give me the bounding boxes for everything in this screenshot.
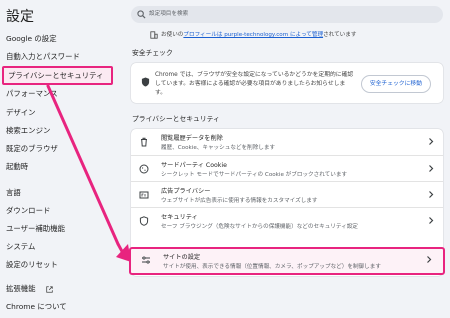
row-subtitle: 履歴、Cookie、キャッシュなどを削除します	[161, 145, 276, 151]
privacy-row-security[interactable]: セキュリティ セーフ ブラウジング（危険なサイトからの保護機能）などのセキュリテ…	[131, 207, 443, 234]
row-subtitle: サイトが使用、表示できる情報（位置情報、カメラ、ポップアップなど）を制御します	[163, 264, 381, 270]
building-icon	[150, 30, 158, 39]
sliders-icon	[142, 256, 150, 264]
shield-icon	[139, 216, 149, 226]
shield-check-icon	[141, 77, 150, 87]
row-title: サイトの設定	[163, 254, 201, 261]
search-icon	[137, 10, 146, 19]
row-title: 閲覧履歴データを削除	[161, 135, 223, 142]
privacy-row-site-settings[interactable]: サイトの設定 サイトが使用、表示できる情報（位置情報、カメラ、ポップアップなど）…	[129, 247, 445, 275]
sidebar-item-on-startup[interactable]: 起動時	[6, 160, 28, 174]
search-bar[interactable]: 設定項目を検索	[131, 6, 443, 23]
privacy-row-third-party-cookies[interactable]: サードパーティ Cookie シークレット モードでサードパーティの Cooki…	[131, 155, 443, 182]
trash-icon	[141, 137, 147, 147]
row-subtitle: ウェブサイトが広告表示に使用する情報をカスタマイズします	[161, 198, 318, 204]
sidebar-item-autofill[interactable]: 自動入力とパスワード	[6, 50, 80, 64]
sidebar-item-default-browser[interactable]: 既定のブラウザ	[6, 142, 58, 156]
sidebar-item-search-engine[interactable]: 検索エンジン	[6, 124, 50, 138]
safety-check-description: Chrome では、ブラウザが安全な設定になっているかどうかを定期的に確認してい…	[155, 72, 354, 96]
managed-profile-link[interactable]: プロフィールは purple-technology.com によって管理	[183, 32, 323, 38]
search-input[interactable]: 設定項目を検索	[149, 6, 188, 23]
notice-suffix: されています	[323, 32, 357, 38]
sidebar-item-appearance[interactable]: デザイン	[6, 106, 36, 120]
chevron-right-icon	[429, 165, 434, 172]
sidebar-item-google[interactable]: Google の設定	[6, 32, 57, 46]
sidebar-item-system[interactable]: システム	[6, 240, 35, 254]
cookie-icon	[139, 164, 149, 174]
sidebar-item-about-chrome[interactable]: Chrome について	[6, 300, 67, 314]
sidebar-item-downloads[interactable]: ダウンロード	[6, 204, 50, 218]
row-subtitle: シークレット モードでサードパーティの Cookie がブロックされています	[161, 172, 348, 178]
row-title: 広告プライバシー	[161, 188, 211, 195]
chevron-right-icon	[427, 256, 432, 263]
sidebar-item-extensions[interactable]: 拡張機能	[6, 282, 53, 296]
external-link-icon	[46, 285, 53, 293]
row-title: サードパーティ Cookie	[161, 162, 227, 169]
ad-icon	[139, 191, 149, 199]
managed-notice: お使いのプロフィールは purple-technology.com によって管理…	[150, 30, 356, 39]
page-title: 設定	[6, 9, 34, 25]
chevron-right-icon	[429, 138, 434, 145]
privacy-row-ad-privacy[interactable]: 広告プライバシー ウェブサイトが広告表示に使用する情報をカスタマイズします	[131, 181, 443, 208]
notice-prefix: お使いの	[161, 32, 184, 38]
sidebar-item-privacy[interactable]: プライバシーとセキュリティ	[2, 66, 113, 85]
sidebar-item-languages[interactable]: 言語	[6, 186, 21, 200]
row-title: セキュリティ	[161, 214, 198, 221]
sidebar-item-label: 拡張機能	[6, 284, 36, 293]
chevron-right-icon	[429, 191, 434, 198]
sidebar-item-performance[interactable]: パフォーマンス	[6, 87, 58, 101]
chevron-right-icon	[429, 217, 434, 224]
privacy-card: 閲覧履歴データを削除 履歴、Cookie、キャッシュなどを削除します サードパー…	[129, 129, 445, 276]
row-subtitle: セーフ ブラウジング（危険なサイトからの保護機能）などのセキュリティ設定	[161, 224, 358, 230]
sidebar-item-reset[interactable]: 設定のリセット	[6, 258, 58, 272]
privacy-heading: プライバシーとセキュリティ	[132, 115, 220, 123]
safety-check-heading: 安全チェック	[132, 49, 173, 57]
safety-check-button[interactable]: 安全チェックに移動	[360, 75, 431, 93]
safety-check-card: Chrome では、ブラウザが安全な設定になっているかどうかを定期的に確認してい…	[131, 63, 443, 103]
privacy-row-clear-data[interactable]: 閲覧履歴データを削除 履歴、Cookie、キャッシュなどを削除します	[131, 129, 443, 155]
sidebar-item-accessibility[interactable]: ユーザー補助機能	[6, 222, 65, 236]
